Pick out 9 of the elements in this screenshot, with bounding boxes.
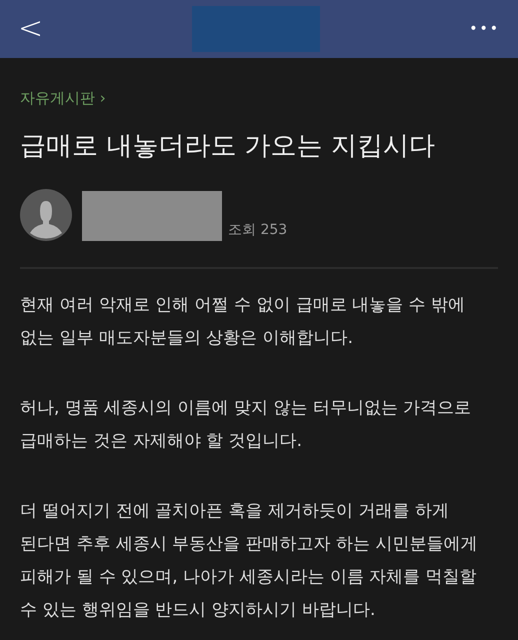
more-menu-icon[interactable]: ••• (469, 21, 500, 37)
back-icon[interactable]: < (18, 14, 44, 44)
view-count: 조회 253 (228, 221, 288, 240)
post-paragraph: 더 떨어지기 전에 골치아픈 혹을 제거하듯이 거래를 하게 된다면 추후 세종시 부동산을 판매하고자 하는 시민분들에게 피해가 될 수 있으며, 나아가 세종시라는 이름 자체를 먹칠할 수 있는 행위임을 반드시 양지하시기 바랍니다. (20, 500, 478, 622)
post-paragraph: 현재 여러 악재로 인해 어쩔 수 없이 급매로 내놓을 수 밖에 없는 일부 매도자분들의 상황은 이해합니다. (20, 294, 466, 350)
avatar-icon (20, 189, 72, 241)
post-paragraph: 허나, 명품 세종시의 이름에 맞지 않는 터무니없는 가격으로 급매하는 것은 자제해야 할 것입니다. (20, 397, 472, 453)
post-title: 급매로 내놓더라도 가오는 지킵시다 (20, 130, 436, 163)
board-link[interactable]: 자유게시판 › (20, 89, 106, 108)
